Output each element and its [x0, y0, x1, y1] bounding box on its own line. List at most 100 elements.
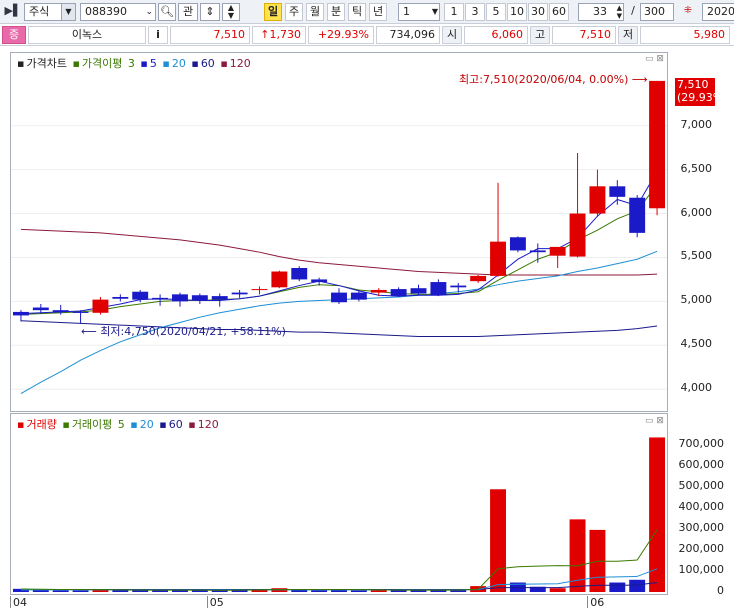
volume-y-tick: 400,000 — [678, 499, 725, 513]
market-select[interactable]: 주식 ▼ — [24, 3, 76, 21]
volume-chart-pane[interactable]: ▪ 거래량 ▪ 거래이평 5 ▪ 20 ▪ 60 ▪ 120 — [10, 413, 668, 595]
spinner-icon: ▲ ▼ — [616, 4, 622, 20]
history-icon[interactable]: ⇕ — [200, 3, 220, 21]
volume-bar — [629, 579, 646, 592]
tab-interval-1[interactable]: 1 — [444, 3, 464, 21]
interval-select[interactable]: 1 ▼ — [398, 3, 440, 21]
date-input[interactable]: 2020/ — [702, 3, 734, 21]
stock-code-input[interactable]: 088390 ⌄ — [80, 3, 156, 21]
open-value: 6,060 — [464, 26, 528, 44]
volume-ma5-line — [20, 529, 658, 591]
candle-body — [251, 289, 268, 291]
volume-bar — [152, 590, 169, 592]
visible-count-value: 33 — [593, 5, 607, 18]
volume-y-tick: 500,000 — [678, 478, 725, 492]
tab-interval-3[interactable]: 3 — [465, 3, 485, 21]
tab-period-2[interactable]: 월 — [306, 3, 324, 21]
candle-body — [331, 292, 347, 303]
candle-body — [470, 275, 487, 282]
volume-y-tick: 600,000 — [678, 457, 725, 471]
arrow-right-icon: ⟶ — [628, 73, 648, 86]
candle-body — [410, 288, 427, 294]
candle-body — [271, 271, 288, 288]
price-y-tick: 5,500 — [680, 249, 713, 263]
price-y-tick: 6,000 — [680, 205, 713, 219]
stock-name: 이녹스 — [28, 26, 146, 44]
tab-interval-10[interactable]: 10 — [507, 3, 527, 21]
watchlist-button[interactable]: 관 — [178, 3, 198, 21]
price-chart-svg — [11, 80, 667, 395]
price-change: ↑1,730 — [252, 26, 306, 44]
interval-select-value: 1 — [403, 5, 410, 18]
arrow-left-icon: ⟵ — [81, 325, 101, 338]
candle-body — [32, 307, 49, 311]
market-badge: 증 — [2, 26, 26, 44]
tab-interval-30[interactable]: 30 — [528, 3, 548, 21]
candle-body — [430, 282, 447, 296]
x-tick: 04 — [10, 596, 27, 608]
candle-body — [649, 80, 666, 209]
pane-window-icons[interactable]: ▭ ⊠ — [645, 416, 664, 426]
tab-period-4[interactable]: 틱 — [348, 3, 366, 21]
volume-ma20-line — [20, 568, 658, 591]
candle-body — [589, 186, 606, 214]
spinner-icon[interactable]: ▲ ▼ — [222, 3, 240, 21]
candle-body — [52, 310, 69, 312]
stock-code-value: 088390 — [85, 5, 127, 18]
x-axis: 04 05 06 — [0, 596, 734, 608]
candle-body — [12, 311, 29, 316]
high-annotation-text: 최고:7,510(2020/06/04, 0.00%) — [459, 73, 629, 86]
tab-period-3[interactable]: 분 — [327, 3, 345, 21]
date-value: 2020/ — [707, 5, 734, 18]
settings-icon[interactable]: ⁜ — [678, 3, 698, 21]
candle-body — [629, 197, 646, 233]
volume-bar — [72, 590, 89, 592]
candle-body — [231, 292, 248, 295]
candle-body — [609, 186, 626, 197]
total-count-input[interactable]: 300 — [640, 3, 674, 21]
open-label: 시 — [442, 26, 462, 44]
price-y-tick: 6,500 — [680, 161, 713, 175]
quote-info-bar: 증 이녹스 i 7,510 ↑1,730 +29.93% 734,096 시 6… — [0, 24, 734, 46]
menu-arrow-icon[interactable]: ▶▌ — [4, 3, 22, 21]
tab-period-1[interactable]: 주 — [285, 3, 303, 21]
price-y-tick: 4,500 — [680, 337, 713, 351]
price-last-tag: 7,510 (29.93%) — [675, 78, 728, 106]
volume-bar — [609, 582, 626, 592]
low-value: 5,980 — [640, 26, 730, 44]
info-button[interactable]: i — [148, 26, 168, 44]
tab-period-0[interactable]: 일 — [264, 3, 282, 21]
price-chart-pane[interactable]: ▪ 가격차트 ▪ 가격이평 3 ▪ 5 ▪ 20 ▪ 60 ▪ 120 최고:7,510(2… — [10, 52, 668, 412]
candle-body — [549, 246, 566, 256]
volume-bar — [649, 437, 666, 592]
volume-bar — [490, 489, 506, 592]
slash-separator: / — [631, 4, 635, 17]
visible-count-input[interactable]: 33 ▲ ▼ — [578, 3, 624, 21]
market-select-value: 주식 — [29, 5, 50, 18]
search-button[interactable]: 🔍︎ — [158, 3, 176, 21]
volume-chart-svg — [12, 437, 666, 592]
candle-body — [509, 237, 526, 251]
candle-body — [490, 241, 506, 276]
price-y-tick: 4,000 — [680, 381, 713, 395]
high-annotation: 최고:7,510(2020/06/04, 0.00%) ⟶ — [459, 71, 648, 87]
volume-bar — [549, 588, 566, 592]
low-annotation: ⟵ 최저:4,750(2020/04/21, +58.11%) — [81, 323, 286, 339]
tab-interval-5[interactable]: 5 — [486, 3, 506, 21]
candle-body — [211, 296, 228, 300]
high-value: 7,510 — [552, 26, 616, 44]
tab-interval-60[interactable]: 60 — [549, 3, 569, 21]
price-y-tick: 5,000 — [680, 293, 713, 307]
candle-body — [350, 292, 367, 300]
tab-period-5[interactable]: 년 — [369, 3, 387, 21]
candle-body — [72, 311, 89, 313]
candle-body — [132, 291, 149, 300]
volume-bar — [370, 590, 387, 592]
change-rate: +29.93% — [308, 26, 374, 44]
candle-body — [92, 299, 109, 313]
current-price: 7,510 — [170, 26, 250, 44]
price-y-tick: 7,000 — [680, 117, 713, 131]
price-last-tag-value: 7,510 — [677, 78, 709, 91]
pane-window-icons[interactable]: ▭ ⊠ — [645, 54, 664, 64]
low-annotation-text: 최저:4,750(2020/04/21, +58.11%) — [100, 325, 286, 338]
